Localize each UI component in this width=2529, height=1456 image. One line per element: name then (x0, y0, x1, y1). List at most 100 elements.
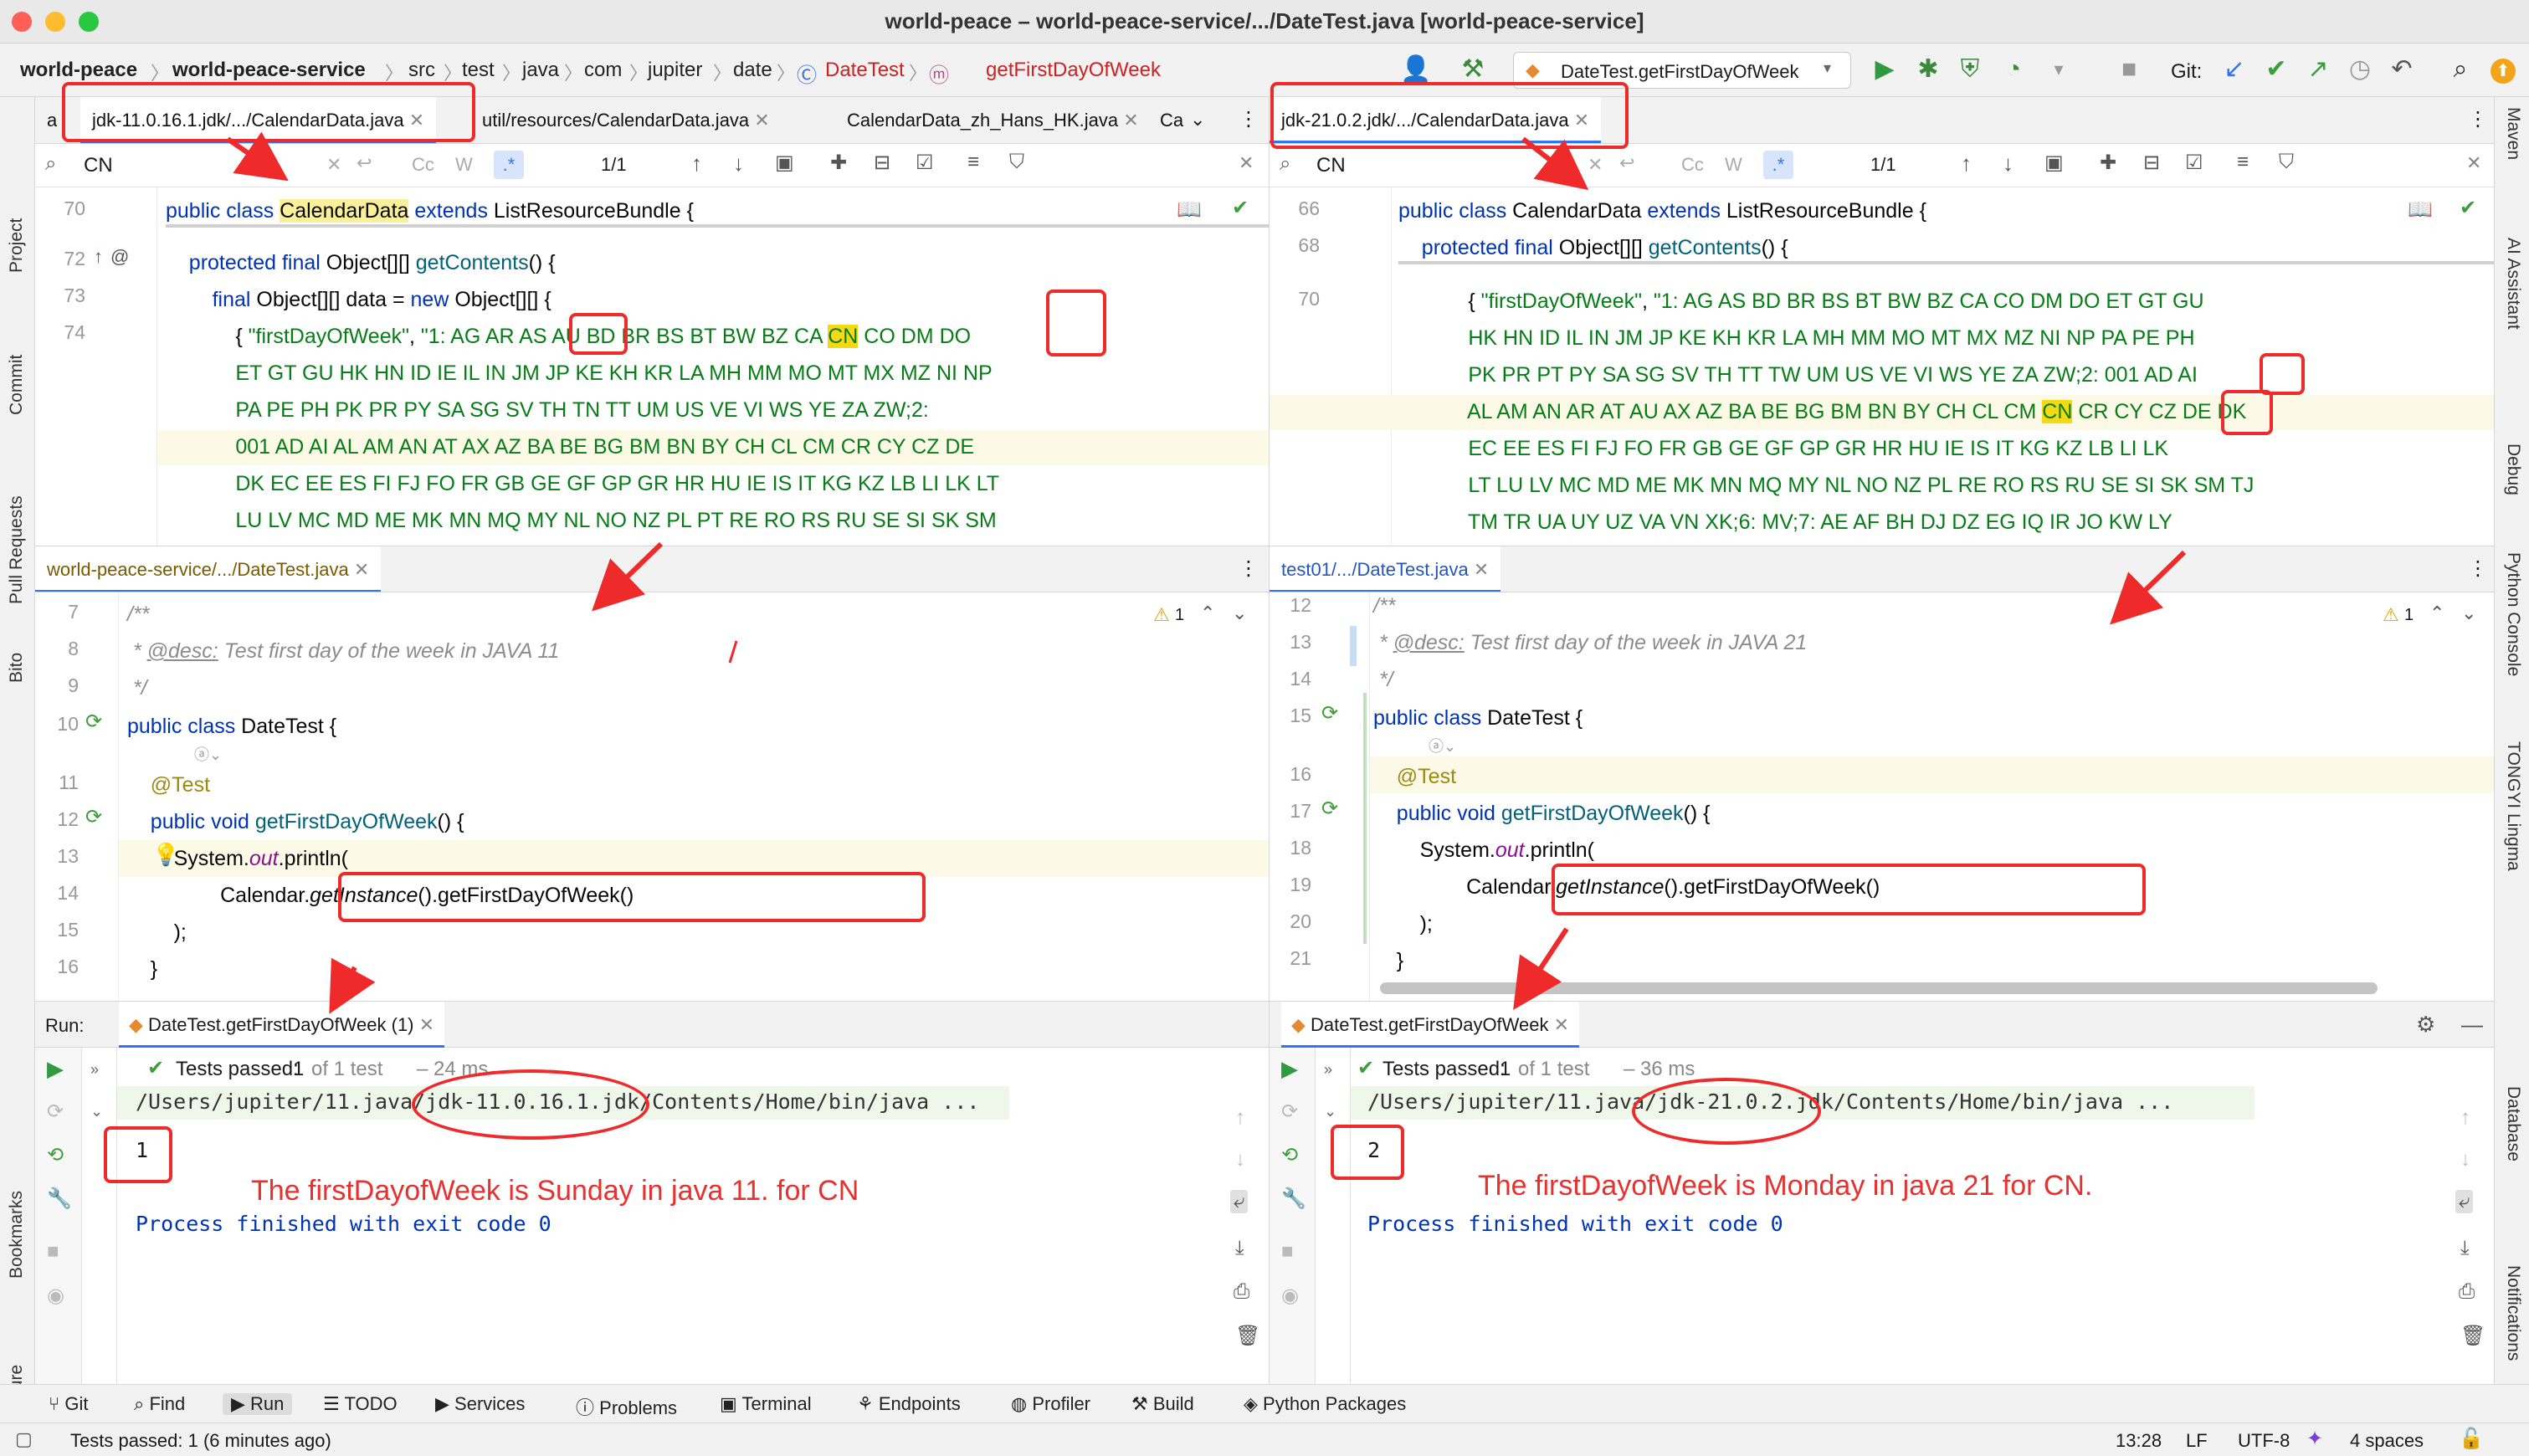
print-icon[interactable]: ⎙ (1234, 1280, 1249, 1304)
close-tab-icon[interactable]: ✕ (1123, 110, 1138, 131)
reader-mode-icon[interactable]: 📖 (2408, 197, 2433, 222)
open-in-window-icon[interactable]: ≡ (2237, 151, 2249, 174)
editor-tab-overflow[interactable]: Ca (1148, 97, 1195, 143)
replace-history-icon[interactable]: ↩ (357, 152, 372, 174)
whole-words-icon[interactable]: W (1725, 154, 1742, 176)
print-icon[interactable]: ⎙ (2459, 1280, 2475, 1304)
remove-occurrence-icon[interactable]: ⊟ (2143, 151, 2160, 175)
rerun-failed-icon[interactable]: ⟳ (47, 1100, 64, 1124)
run-tab-datetest[interactable]: ◆ DateTest.getFirstDayOfWeek ✕ (1281, 1002, 1580, 1048)
tool-database[interactable]: Database (2503, 1086, 2523, 1161)
clear-all-trash-icon[interactable]: 🗑 (2460, 1324, 2485, 1348)
close-find-icon[interactable]: ✕ (2466, 152, 2481, 174)
top-left-editor[interactable]: 70 72 73 74 ↑ @ public class CalendarDat… (35, 187, 1269, 546)
screenshot-icon[interactable]: ◉ (1281, 1284, 1299, 1308)
line-separator[interactable]: LF (2186, 1430, 2208, 1452)
expand-icon[interactable]: » (1324, 1061, 1332, 1079)
tool-ai-assistant[interactable]: AI Assistant (2503, 238, 2523, 330)
close-tab-icon[interactable]: ✕ (1474, 559, 1489, 580)
tool-python-packages[interactable]: ◈ Python Packages (1244, 1393, 1406, 1415)
close-tab-icon[interactable]: ✕ (754, 110, 769, 131)
match-case-icon[interactable]: Cc (412, 154, 434, 176)
regex-icon[interactable]: .* (494, 151, 524, 179)
next-highlight-icon[interactable]: ⌄ (2461, 602, 2476, 624)
stop-icon[interactable]: ■ (47, 1240, 59, 1264)
tab-list-chevron-icon[interactable]: ⌄ (1190, 109, 1205, 131)
settings-wrench-icon[interactable]: 🔧 (47, 1187, 72, 1211)
pin-icon[interactable]: ✕ (419, 1014, 434, 1035)
clear-all-trash-icon[interactable]: 🗑 (1235, 1324, 1260, 1348)
select-all-occurrences-icon[interactable]: ☑ (916, 151, 934, 175)
tool-problems[interactable]: ⓘ Problems (576, 1393, 677, 1420)
match-case-icon[interactable]: Cc (1681, 154, 1704, 176)
status-message[interactable]: Tests passed: 1 (6 minutes ago) (70, 1430, 331, 1452)
more-actions-icon[interactable]: ⋮ (2468, 107, 2488, 131)
previous-highlight-icon[interactable]: ⌃ (2429, 602, 2444, 624)
ai-hint-icon[interactable]: ⓐ⌄ (194, 743, 222, 765)
stop-icon[interactable]: ■ (2112, 55, 2146, 84)
annotation-gutter-icon[interactable]: @ (110, 246, 129, 268)
previous-highlight-icon[interactable]: ⌃ (1200, 602, 1215, 624)
toggle-auto-test-icon[interactable]: ⟲ (1281, 1143, 1298, 1167)
stop-icon[interactable]: ■ (1281, 1240, 1294, 1264)
warning-icon[interactable]: ⚠ (2383, 604, 2399, 626)
tool-pull-requests[interactable]: Pull Requests (7, 495, 27, 604)
expand-icon[interactable]: » (90, 1061, 99, 1079)
hide-minus-icon[interactable]: — (2461, 1012, 2483, 1038)
close-tab-icon[interactable]: ✕ (1554, 1014, 1569, 1035)
select-all-occurrences-icon[interactable]: ☑ (2185, 151, 2203, 175)
whole-words-icon[interactable]: W (455, 154, 473, 176)
more-actions-icon[interactable]: ⋮ (1239, 556, 1259, 581)
profile-icon[interactable]: ◔ (1997, 55, 2030, 84)
run-left-console[interactable]: /Users/jupiter/11.java/jdk-11.0.16.1.jdk… (117, 1086, 1269, 1384)
tool-python-console[interactable]: Python Console (2503, 552, 2523, 676)
run-test-gutter-icon[interactable]: ⟳ (1321, 797, 1338, 821)
filter-icon[interactable]: ⛉ (2279, 151, 2294, 174)
ai-hint-icon[interactable]: ⓐ⌄ (1429, 735, 1456, 756)
clear-search-icon[interactable]: ✕ (326, 154, 341, 176)
collapse-icon[interactable]: ⌄ (1324, 1103, 1336, 1120)
git-history-icon[interactable]: ◷ (2343, 55, 2377, 84)
toggle-auto-test-icon[interactable]: ⟲ (47, 1143, 64, 1167)
git-commit-icon[interactable]: ✔ (2260, 55, 2293, 84)
settings-gear-icon[interactable]: ⚙ (2416, 1012, 2435, 1038)
regex-icon[interactable]: .* (1763, 151, 1793, 179)
breadcrumb-java[interactable]: java (522, 59, 559, 82)
close-tab-icon[interactable]: ✕ (354, 559, 369, 580)
editor-tab-datetest-java11[interactable]: world-peace-service/.../DateTest.java ✕ (35, 546, 382, 592)
lock-icon[interactable]: 🔓 (2459, 1427, 2484, 1451)
rerun-icon[interactable]: ▶ (1281, 1056, 1298, 1082)
tool-terminal[interactable]: ▣ Terminal (720, 1393, 812, 1415)
scroll-down-icon[interactable]: ↓ (2460, 1148, 2470, 1171)
breadcrumb-method[interactable]: getFirstDayOfWeek (986, 59, 1161, 82)
run-tab-datetest[interactable]: ◆ DateTest.getFirstDayOfWeek (1) ✕ (119, 1002, 445, 1048)
soft-wrap-icon[interactable]: ⤶ (2455, 1190, 2474, 1213)
tool-profiler[interactable]: ◍ Profiler (1011, 1393, 1090, 1415)
coverage-icon[interactable]: ⛨ (1953, 55, 1987, 84)
tool-commit[interactable]: Commit (7, 355, 27, 415)
tool-run[interactable]: ▶ Run (223, 1393, 293, 1415)
indent-setting[interactable]: 4 spaces (2350, 1430, 2424, 1452)
tool-build[interactable]: ⚒ Build (1131, 1393, 1194, 1415)
git-rollback-icon[interactable]: ↶ (2385, 55, 2419, 84)
breadcrumb-jupiter[interactable]: jupiter (648, 59, 702, 82)
tool-find[interactable]: ⌕ Find (134, 1393, 185, 1415)
warning-icon[interactable]: ⚠ (1153, 604, 1170, 626)
add-occurrence-icon[interactable]: ✚ (830, 151, 847, 175)
rerun-icon[interactable]: ▶ (47, 1056, 64, 1082)
update-badge-icon[interactable]: ⬆ (2491, 59, 2516, 84)
clear-search-icon[interactable]: ✕ (1588, 154, 1603, 176)
run-icon[interactable]: ▶ (1868, 55, 1901, 84)
previous-occurrence-icon[interactable]: ↑ (691, 151, 702, 177)
editor-tab-calendardata-zh-hans-hk[interactable]: CalendarData_zh_Hans_HK.java ✕ (835, 97, 1151, 143)
horizontal-scrollbar[interactable] (1380, 982, 2378, 994)
build-hammer-icon[interactable]: ⚒ (1456, 55, 1490, 84)
tool-git[interactable]: ⑂ Git (49, 1393, 88, 1415)
breadcrumb-date[interactable]: date (733, 59, 772, 82)
tool-services[interactable]: ▶ Services (435, 1393, 525, 1415)
file-encoding[interactable]: UTF-8 (2238, 1430, 2290, 1452)
breadcrumb-project[interactable]: world-peace (20, 59, 137, 82)
next-occurrence-icon[interactable]: ↓ (733, 151, 744, 177)
tool-notifications[interactable]: Notifications (2503, 1265, 2523, 1361)
tool-todo[interactable]: ☰ TODO (323, 1393, 398, 1415)
